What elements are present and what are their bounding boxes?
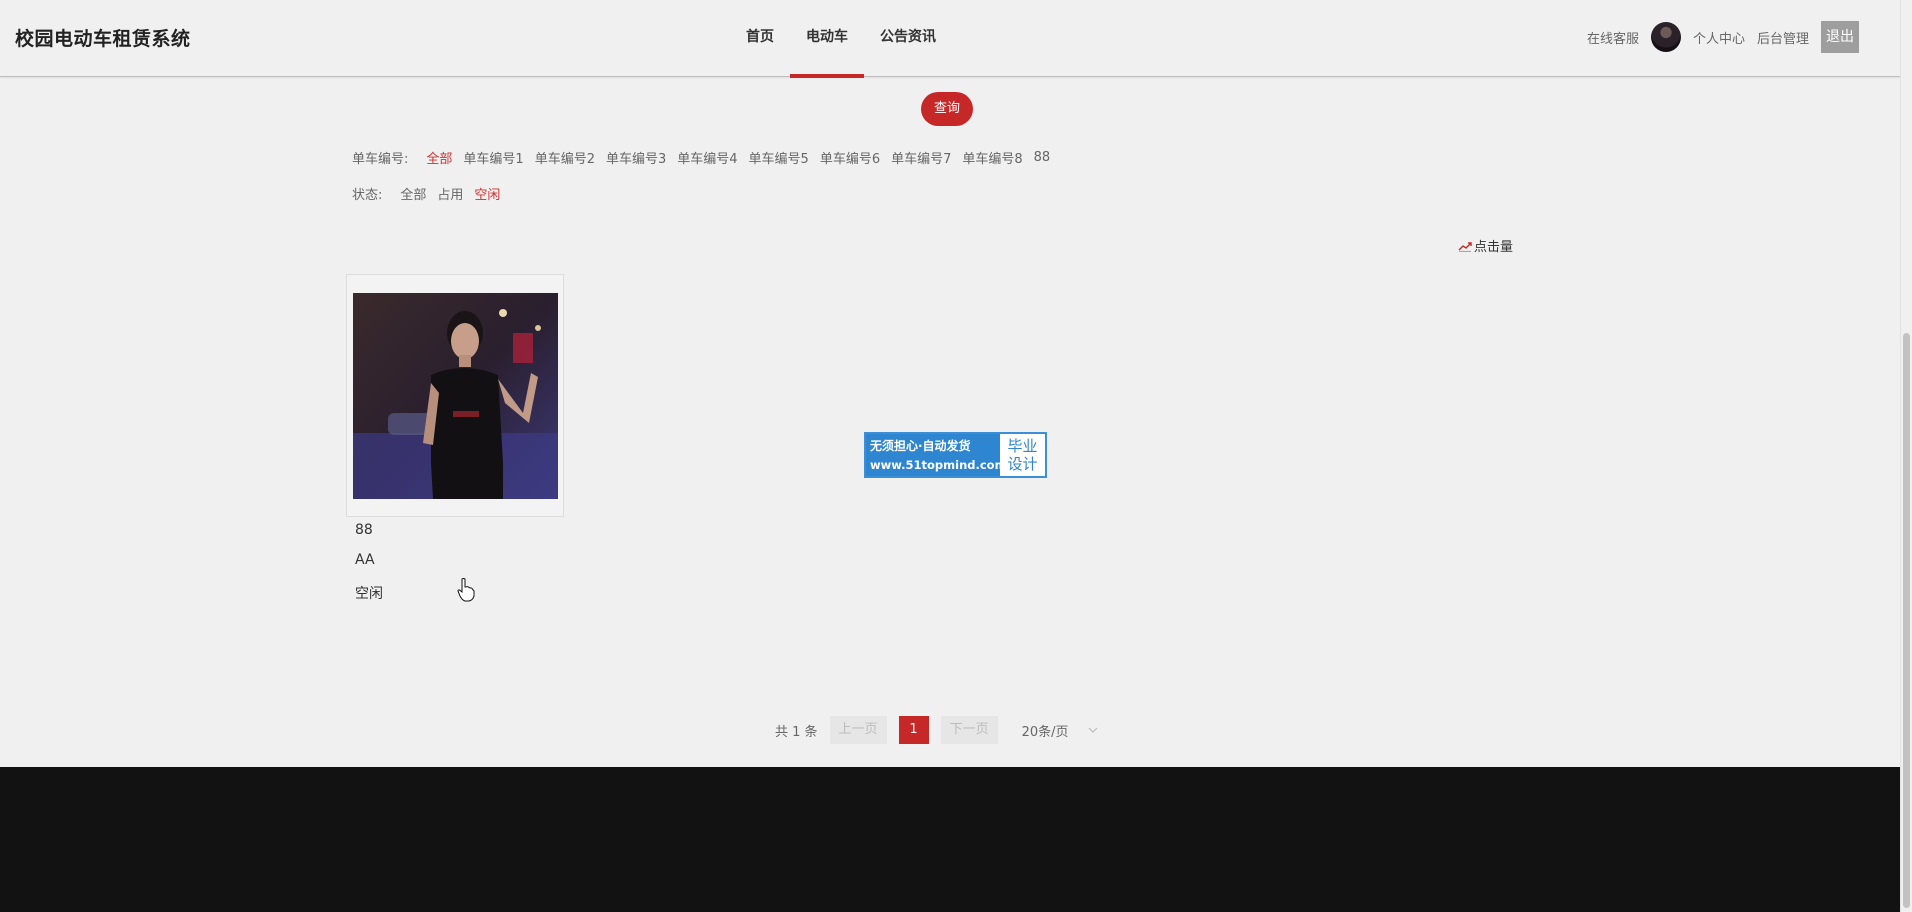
status-option-idle[interactable]: 空闲 bbox=[474, 184, 500, 203]
profile-link[interactable]: 个人中心 bbox=[1693, 28, 1745, 47]
bike-option-2[interactable]: 单车编号2 bbox=[535, 148, 595, 167]
vertical-scrollbar[interactable] bbox=[1900, 0, 1912, 912]
next-page-button[interactable]: 下一页 bbox=[940, 716, 998, 744]
site-title: 校园电动车租赁系统 bbox=[15, 28, 191, 50]
status-filter-label: 状态: bbox=[352, 188, 383, 203]
pagination: 共 1 条 上一页 1 下一页 20条/页 bbox=[775, 716, 1098, 744]
bike-option-all[interactable]: 全部 bbox=[426, 148, 452, 167]
query-button[interactable]: 查询 bbox=[921, 92, 973, 126]
bike-option-8[interactable]: 单车编号8 bbox=[962, 148, 1022, 167]
bike-option-88[interactable]: 88 bbox=[1034, 150, 1051, 165]
watermark-left: 无须担心·自动发货 www.51topmind.com bbox=[866, 434, 1007, 476]
admin-link[interactable]: 后台管理 bbox=[1757, 28, 1809, 47]
chevron-down-icon bbox=[1088, 727, 1098, 733]
header-actions: 在线客服 个人中心 后台管理 退出 bbox=[1581, 21, 1859, 53]
bike-option-3[interactable]: 单车编号3 bbox=[606, 148, 666, 167]
status-option-all[interactable]: 全部 bbox=[400, 184, 426, 203]
watermark-right: 毕业 设计 bbox=[1000, 434, 1045, 476]
main-nav: 首页 电动车 公告资讯 bbox=[730, 0, 952, 78]
trend-icon bbox=[1458, 241, 1472, 252]
watermark-right2: 设计 bbox=[1007, 455, 1038, 473]
online-service-link[interactable]: 在线客服 bbox=[1587, 28, 1639, 47]
status-filter: 状态: 全部 占用 空闲 bbox=[352, 184, 511, 203]
bike-option-1[interactable]: 单车编号1 bbox=[463, 148, 523, 167]
bike-number-filter: 单车编号: 全部 单车编号1 单车编号2 单车编号3 单车编号4 单车编号5 单… bbox=[352, 148, 1061, 167]
ebike-card[interactable] bbox=[346, 274, 564, 517]
nav-home[interactable]: 首页 bbox=[730, 0, 790, 78]
bike-number-filter-label: 单车编号: bbox=[352, 152, 409, 167]
nav-ebike[interactable]: 电动车 bbox=[790, 0, 864, 78]
footer bbox=[0, 767, 1900, 912]
header: 校园电动车租赁系统 首页 电动车 公告资讯 在线客服 个人中心 后台管理 退出 bbox=[0, 0, 1900, 78]
page: 校园电动车租赁系统 首页 电动车 公告资讯 在线客服 个人中心 后台管理 退出 … bbox=[0, 0, 1900, 912]
page-size-select[interactable]: 20条/页 bbox=[1022, 721, 1098, 740]
bike-option-6[interactable]: 单车编号6 bbox=[820, 148, 880, 167]
current-page[interactable]: 1 bbox=[898, 716, 929, 744]
ebike-number: 88 bbox=[355, 522, 373, 538]
avatar[interactable] bbox=[1650, 22, 1681, 52]
watermark-line1: 无须担心·自动发货 bbox=[870, 439, 971, 453]
bike-option-5[interactable]: 单车编号5 bbox=[749, 148, 809, 167]
ebike-photo bbox=[353, 293, 558, 499]
pagination-total: 共 1 条 bbox=[775, 724, 818, 740]
page-size-value: 20条/页 bbox=[1021, 724, 1069, 740]
watermark-url: www.51topmind.com bbox=[870, 458, 1007, 472]
watermark-right1: 毕业 bbox=[1007, 437, 1038, 455]
bike-option-7[interactable]: 单车编号7 bbox=[891, 148, 951, 167]
ebike-status: 空闲 bbox=[355, 586, 383, 602]
sort-by-clicks[interactable]: 点击量 bbox=[1458, 236, 1513, 255]
watermark-logo: 无须担心·自动发货 www.51topmind.com 毕业 设计 bbox=[864, 432, 1047, 478]
scrollbar-thumb[interactable] bbox=[1903, 333, 1910, 908]
hand-cursor-icon bbox=[457, 578, 475, 602]
sort-label: 点击量 bbox=[1474, 240, 1514, 255]
bike-option-4[interactable]: 单车编号4 bbox=[677, 148, 737, 167]
prev-page-button[interactable]: 上一页 bbox=[829, 716, 887, 744]
ebike-name: AA bbox=[355, 552, 375, 568]
nav-news[interactable]: 公告资讯 bbox=[864, 0, 952, 78]
status-option-occupied[interactable]: 占用 bbox=[437, 184, 463, 203]
logout-button[interactable]: 退出 bbox=[1821, 21, 1859, 53]
